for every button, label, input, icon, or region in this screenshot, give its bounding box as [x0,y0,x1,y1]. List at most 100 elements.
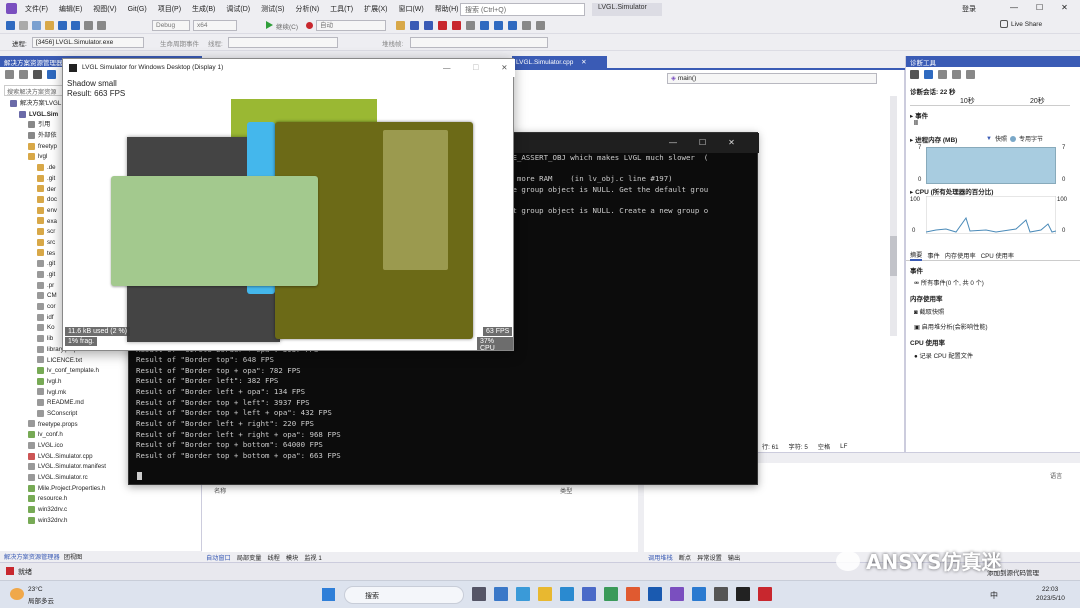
all-events-row[interactable]: ⚮ 所有事件(0 个, 共 0 个) [914,278,984,287]
folder-icon[interactable] [396,21,405,30]
tab-solution-explorer[interactable]: 解决方案资源管理器 [4,552,60,561]
close-icon[interactable]: ✕ [1061,3,1068,12]
menu-item[interactable]: 生成(B) [192,4,215,14]
menu-item[interactable]: 文件(F) [25,4,48,14]
platform-select[interactable]: x64 [193,20,237,31]
bottom-tab[interactable]: 断点 [679,553,691,562]
debug-target-select[interactable]: 自动 [316,20,386,31]
bottom-tab[interactable]: 局部变量 [237,553,262,562]
record-cpu-button[interactable]: ● 记录 CPU 配置文件 [914,351,973,360]
home-icon[interactable] [33,70,42,79]
zoom-out-icon[interactable] [952,70,961,79]
restart-icon[interactable] [452,21,461,30]
bottom-tab[interactable]: 异常设置 [697,553,722,562]
tab-team-view[interactable]: 团视图 [64,552,83,561]
new-file-icon[interactable] [32,21,41,30]
bottom-tab[interactable]: 输出 [728,553,740,562]
forward-icon[interactable] [19,70,28,79]
ki-icon[interactable] [648,587,662,601]
stack-frame-select[interactable] [410,37,548,48]
chrome-icon[interactable] [604,587,618,601]
zoom-in-icon[interactable] [938,70,947,79]
pause-icon[interactable] [424,21,433,30]
open-icon[interactable] [45,21,54,30]
diag-tab[interactable]: 内存使用率 [945,251,976,260]
back-icon[interactable] [5,70,14,79]
config-select[interactable]: Debug [152,20,190,31]
lifecycle-events[interactable]: 生命周期事件 [160,38,199,48]
edge-icon[interactable] [516,587,530,601]
threads-icon[interactable] [536,21,545,30]
bottom-tab[interactable]: 自动窗口 [206,553,231,562]
undo-icon[interactable] [84,21,93,30]
minimize-icon[interactable]: — [669,138,677,147]
hex-icon[interactable] [522,21,531,30]
thread-select[interactable] [228,37,338,48]
solution-search-input[interactable]: 搜索解决方案资源 [4,85,66,96]
lvgl-app-icon[interactable] [758,587,772,601]
stop-icon[interactable] [438,21,447,30]
continue-icon[interactable] [266,21,273,29]
save-all-icon[interactable] [71,21,80,30]
visual-studio-icon[interactable] [670,587,684,601]
mail-icon[interactable] [560,587,574,601]
bottom-tab[interactable]: 调用堆栈 [648,553,673,562]
menu-item[interactable]: 测试(S) [261,4,284,14]
search-input[interactable]: 搜索 (Ctrl+Q) [460,3,585,16]
start-icon[interactable] [322,588,335,601]
show-next-icon[interactable] [466,21,475,30]
menu-item[interactable]: 工具(T) [330,4,353,14]
menu-item[interactable]: 项目(P) [158,4,181,14]
menu-item[interactable]: 窗口(W) [398,4,423,14]
vscode-icon[interactable] [692,587,706,601]
bottom-tab[interactable]: 线程 [268,553,280,562]
menu-item[interactable]: 分析(N) [295,4,319,14]
close-icon[interactable]: ✕ [728,138,735,147]
minimize-icon[interactable]: — [1010,3,1018,12]
continue-button[interactable]: 继续(C) [276,21,298,31]
clock-time[interactable]: 22:03 [1042,586,1058,593]
maximize-icon[interactable]: ☐ [699,138,706,147]
live-share-button[interactable]: Live Share [1000,20,1042,28]
app-icon[interactable] [582,587,596,601]
tree-item[interactable]: Mile.Project.Properties.h [4,484,200,495]
diag-tab[interactable]: 摘要 [910,250,923,261]
tab-lvgl-simulator-cpp[interactable]: LVGL.Simulator.cpp ✕ [512,56,607,68]
process-select[interactable]: [3456] LVGL.Simulator.exe [32,37,144,48]
minimize-icon[interactable]: — [443,63,451,72]
ime-indicator[interactable]: 中 [990,590,998,601]
close-icon[interactable]: ✕ [581,59,586,66]
heap-profiling-button[interactable]: ▣ 启用堆分析(会影响性能) [914,322,988,331]
task-view-icon[interactable] [472,587,486,601]
tree-item[interactable]: win32drv.h [4,516,200,527]
step-out-icon[interactable] [508,21,517,30]
menu-item[interactable]: 调试(D) [226,4,250,14]
close-icon[interactable]: ✕ [501,63,507,72]
app2-icon[interactable] [714,587,728,601]
reset-zoom-icon[interactable] [966,70,975,79]
save-icon[interactable] [58,21,67,30]
tree-item[interactable]: win32drv.c [4,505,200,516]
maximize-icon[interactable]: ☐ [1036,3,1043,12]
bottom-tab[interactable]: 模块 [286,553,298,562]
browser-icon[interactable] [626,587,640,601]
maximize-icon[interactable]: ☐ [473,63,480,72]
sign-in-link[interactable]: 登录 [962,4,976,14]
menu-item[interactable]: 扩展(X) [364,4,387,14]
sync-icon[interactable] [47,70,56,79]
redo-icon[interactable] [97,21,106,30]
simulator-canvas[interactable]: Shadow small Result: 663 FPS 11.6 kB use… [65,77,513,350]
terminal-icon[interactable] [736,587,750,601]
tree-item[interactable]: resource.h [4,494,200,505]
scroll-thumb[interactable] [890,236,897,276]
editor-scrollbar[interactable] [890,96,897,336]
step-over-icon[interactable] [494,21,503,30]
fire-icon[interactable] [306,22,313,29]
menu-item[interactable]: Git(G) [128,6,147,13]
clock-date[interactable]: 2023/5/10 [1036,595,1065,602]
diag-tab[interactable]: 事件 [927,251,939,260]
diag-tab[interactable]: CPU 使用率 [981,251,1014,260]
line-ending[interactable]: LF [840,443,847,450]
export-icon[interactable] [924,70,933,79]
member-nav-select[interactable]: ◈ main() [667,73,877,84]
